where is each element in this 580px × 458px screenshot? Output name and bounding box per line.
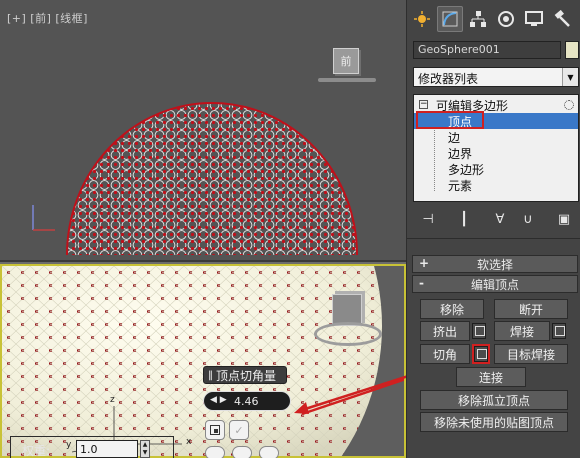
vertex-highlight-box <box>416 111 484 129</box>
viewcube-face-label: 前 <box>340 55 352 68</box>
drag-handle-icon[interactable]: ‖ <box>208 370 213 381</box>
motion-icon <box>498 11 514 27</box>
weight-input[interactable]: 1.0 <box>76 440 138 458</box>
remove-button[interactable]: 移除 <box>420 299 484 319</box>
modify-tab[interactable] <box>437 6 463 32</box>
geosphere-wireframe-front <box>32 102 358 256</box>
hammer-icon <box>554 10 570 27</box>
chamfer-button[interactable]: 切角 <box>420 344 470 364</box>
rollout-collapse-icon: - <box>419 276 424 290</box>
edit-vertices-rollout[interactable]: - 编辑顶点 <box>412 275 578 293</box>
viewcube-ground <box>318 78 376 82</box>
pin-stack-button[interactable]: ⊣ <box>417 208 439 230</box>
stack-item-polygon[interactable]: 多边形 <box>414 161 578 177</box>
front-viewport[interactable]: [+] [前] [线框] 前 <box>0 0 406 262</box>
stack-item-label: 边界 <box>448 147 473 161</box>
configure-modifier-sets-button[interactable]: ▣ <box>553 208 575 230</box>
soft-selection-rollout[interactable]: + 软选择 <box>412 255 578 273</box>
hierarchy-tab[interactable] <box>465 6 491 32</box>
rollout-title: 编辑顶点 <box>470 277 519 292</box>
chamfer-settings-button[interactable] <box>472 344 490 364</box>
display-monitor-icon <box>525 11 543 26</box>
chamfer-amount-field[interactable]: ◀ ▶ 4.46 <box>203 391 291 411</box>
weld-settings-button[interactable] <box>552 323 566 339</box>
light-bulb-icon[interactable] <box>564 100 574 110</box>
chevron-down-icon[interactable]: ▼ <box>562 68 578 86</box>
perspective-viewport[interactable]: z y x <box>0 264 406 458</box>
vertex-weight-row: 权重: 1.0 ▲ ▼ <box>10 436 174 458</box>
stack-item-element[interactable]: 元素 <box>414 177 578 193</box>
stack-item-border[interactable]: 边界 <box>414 145 578 161</box>
stack-item-label: 多边形 <box>448 163 485 177</box>
extrude-button[interactable]: 挤出 <box>420 321 470 341</box>
target-weld-button[interactable]: 目标焊接 <box>494 344 568 364</box>
modifier-list-dropdown[interactable]: 修改器列表 ▼ <box>413 67 579 87</box>
caddy-apply-button[interactable] <box>232 446 252 458</box>
open-option-button[interactable] <box>205 420 225 440</box>
remove-isolated-vertices-button[interactable]: 移除孤立顶点 <box>420 390 568 410</box>
weight-label: 权重: <box>22 444 51 458</box>
trash-icon: ∪ <box>523 211 533 227</box>
sun-icon <box>414 11 430 27</box>
caddy-ok-button[interactable] <box>205 446 225 458</box>
weight-spinner-icon[interactable]: ▲ ▼ <box>140 440 150 458</box>
weld-button[interactable]: 焊接 <box>494 321 550 341</box>
make-unique-icon: ∀ <box>495 211 505 227</box>
extrude-settings-button[interactable] <box>472 323 486 339</box>
hierarchy-icon <box>470 11 486 27</box>
check-icon: ✓ <box>234 423 244 437</box>
svg-text:z: z <box>110 395 115 405</box>
make-unique-button[interactable]: ∀ <box>489 208 511 230</box>
stack-item-edge[interactable]: 边 <box>414 129 578 145</box>
remove-unused-map-vertices-button[interactable]: 移除未使用的贴图顶点 <box>420 412 568 432</box>
stack-item-label: 元素 <box>448 179 473 193</box>
break-button[interactable]: 断开 <box>494 299 568 319</box>
svg-text:x: x <box>186 437 192 447</box>
remove-modifier-button[interactable]: ∪ <box>517 208 539 230</box>
viewcube-ring <box>314 322 382 346</box>
divider <box>407 238 580 239</box>
utilities-tab[interactable] <box>549 6 575 32</box>
connect-button[interactable]: 连接 <box>456 367 526 387</box>
rollout-title: 软选择 <box>476 257 513 272</box>
viewcube[interactable]: 前 <box>333 48 359 74</box>
rollout-expand-icon: + <box>419 256 430 270</box>
end-result-icon: ┃ <box>460 211 468 227</box>
object-color-swatch[interactable] <box>565 41 579 59</box>
pin-icon: ⊣ <box>422 211 434 227</box>
command-panel-tabs <box>407 6 580 34</box>
display-tab[interactable] <box>521 6 547 32</box>
chamfer-caddy-title[interactable]: ‖ 顶点切角量 <box>203 366 287 384</box>
stack-item-label: 边 <box>448 131 461 145</box>
modify-curve-icon <box>442 11 458 27</box>
modifier-list-label: 修改器列表 <box>418 72 479 86</box>
caddy-cancel-button[interactable] <box>259 446 279 458</box>
open-checkbox-icon <box>210 425 220 435</box>
configure-icon: ▣ <box>557 211 571 227</box>
collapse-toggle-icon[interactable]: − <box>419 100 428 109</box>
motion-tab[interactable] <box>493 6 519 32</box>
caddy-title-text: 顶点切角量 <box>216 368 277 383</box>
apply-check-button[interactable]: ✓ <box>229 420 249 440</box>
chamfer-amount-value: 4.46 <box>234 395 259 408</box>
spinner-arrows-icon[interactable]: ◀ ▶ <box>210 395 227 405</box>
object-name-field[interactable]: GeoSphere001 <box>413 41 561 59</box>
stack-toolbar: ⊣ ┃ ∀ ∪ ▣ <box>413 208 579 230</box>
create-tab[interactable] <box>409 6 435 32</box>
show-end-result-button[interactable]: ┃ <box>453 208 475 230</box>
